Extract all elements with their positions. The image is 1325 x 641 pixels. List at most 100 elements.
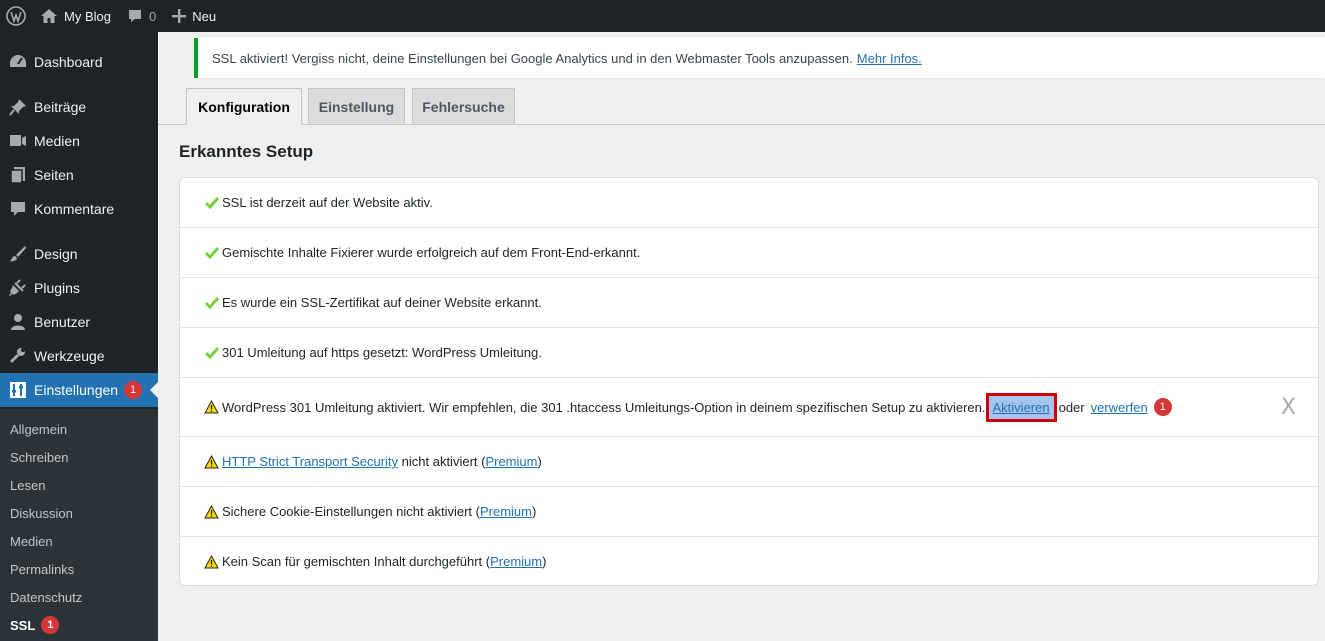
premium-link[interactable]: Premium <box>485 454 537 469</box>
submenu-item-discussion[interactable]: Diskussion <box>0 499 158 527</box>
settings-icon <box>8 380 28 400</box>
sidebar-item-media[interactable]: Medien <box>0 124 158 158</box>
status-text: Kein Scan für gemischten Inhalt durchgef… <box>222 554 491 569</box>
close-icon[interactable]: X <box>1281 395 1296 420</box>
sidebar-item-label: Benutzer <box>34 314 91 330</box>
dismiss-link[interactable]: verwerfen <box>1091 400 1148 415</box>
ssl-count-badge: 1 <box>41 616 60 634</box>
warning-icon <box>203 553 220 570</box>
sidebar-item-label: Beiträge <box>34 99 87 115</box>
sidebar-item-label: Seiten <box>34 167 74 183</box>
status-row: Es wurde ein SSL-Zertifikat auf deiner W… <box>180 278 1318 328</box>
status-row: WordPress 301 Umleitung aktiviert. Wir e… <box>180 378 1318 437</box>
sidebar-item-design[interactable]: Design <box>0 237 158 271</box>
admin-sidebar: Dashboard Beiträge Medien Seiten Komment… <box>0 32 158 641</box>
site-name-label: My Blog <box>64 8 111 24</box>
warning-icon <box>203 503 220 520</box>
home-icon <box>40 8 58 24</box>
sidebar-item-label: Medien <box>34 133 80 149</box>
new-content-link[interactable]: Neu <box>164 0 224 32</box>
sidebar-item-label: Kommentare <box>34 201 115 217</box>
premium-link[interactable]: Premium <box>480 504 532 519</box>
new-label: Neu <box>192 8 217 24</box>
warning-icon <box>203 399 220 416</box>
status-row: SSL ist derzeit auf der Website aktiv. <box>180 178 1318 228</box>
sidebar-item-comments[interactable]: Kommentare <box>0 192 158 226</box>
premium-link[interactable]: Premium <box>490 554 542 569</box>
detected-setup-panel: SSL ist derzeit auf der Website aktiv. G… <box>179 177 1319 586</box>
sidebar-item-label: Plugins <box>34 280 80 296</box>
submenu-item-privacy[interactable]: Datenschutz <box>0 583 158 611</box>
or-text: oder <box>1058 399 1085 415</box>
submenu-item-reading[interactable]: Lesen <box>0 471 158 499</box>
status-text: 301 Umleitung auf https gesetzt: WordPre… <box>222 345 542 360</box>
sidebar-item-users[interactable]: Benutzer <box>0 305 158 339</box>
status-text: Es wurde ein SSL-Zertifikat auf deiner W… <box>222 295 542 310</box>
submenu-item-permalinks[interactable]: Permalinks <box>0 555 158 583</box>
status-text: Sichere Cookie-Einstellungen nicht aktiv… <box>222 504 480 519</box>
sidebar-item-tools[interactable]: Werkzeuge <box>0 339 158 373</box>
sidebar-item-plugins[interactable]: Plugins <box>0 271 158 305</box>
tab-configuration[interactable]: Konfiguration <box>186 88 302 125</box>
notice-text: SSL aktiviert! Vergiss nicht, deine Eins… <box>212 50 853 66</box>
sidebar-item-settings[interactable]: Einstellungen 1 <box>0 373 158 407</box>
sidebar-item-label: Werkzeuge <box>34 348 105 364</box>
plugin-icon <box>8 278 28 298</box>
wordpress-logo-icon[interactable] <box>0 0 32 32</box>
comment-icon <box>127 8 143 24</box>
status-text: nicht aktiviert ( <box>398 454 486 469</box>
status-row: Gemischte Inhalte Fixierer wurde erfolgr… <box>180 228 1318 278</box>
comment-icon <box>8 199 28 219</box>
plus-icon <box>172 9 187 23</box>
submenu-item-ssl[interactable]: SSL 1 <box>0 611 158 639</box>
sidebar-item-label: Dashboard <box>34 54 103 70</box>
paren-text: ) <box>531 504 537 519</box>
checkmark-icon <box>203 294 220 311</box>
warning-icon <box>203 453 220 470</box>
update-count-badge: 1 <box>124 381 143 399</box>
tab-troubleshooting[interactable]: Fehlersuche <box>412 88 515 125</box>
paren-text: ) <box>542 554 547 569</box>
ssl-activated-notice: SSL aktiviert! Vergiss nicht, deine Eins… <box>194 38 1325 78</box>
submenu-item-label: SSL <box>10 617 36 633</box>
comments-link[interactable]: 0 <box>119 0 164 32</box>
settings-submenu: Allgemein Schreiben Lesen Diskussion Med… <box>0 409 158 641</box>
section-title: Erkanntes Setup <box>179 142 314 161</box>
pin-icon <box>8 97 28 117</box>
admin-bar: My Blog 0 Neu <box>0 0 1325 32</box>
status-text: SSL ist derzeit auf der Website aktiv. <box>222 195 433 210</box>
checkmark-icon <box>203 244 220 261</box>
brush-icon <box>8 244 28 264</box>
dashboard-icon <box>8 52 28 72</box>
comment-count: 0 <box>148 8 157 24</box>
checkmark-icon <box>203 194 220 211</box>
status-row: Sichere Cookie-Einstellungen nicht aktiv… <box>180 487 1318 537</box>
checkmark-icon <box>203 344 220 361</box>
pages-icon <box>8 165 28 185</box>
status-text: Gemischte Inhalte Fixierer wurde erfolgr… <box>222 245 641 260</box>
activate-htaccess-redirect-link[interactable]: Aktivieren <box>985 392 1057 422</box>
sidebar-item-pages[interactable]: Seiten <box>0 158 158 192</box>
status-row: Kein Scan für gemischten Inhalt durchgef… <box>180 537 1318 586</box>
tab-bar: Konfiguration Einstellung Fehlersuche <box>158 88 1325 125</box>
submenu-item-writing[interactable]: Schreiben <box>0 443 158 471</box>
status-row: HTTP Strict Transport Security nicht akt… <box>180 437 1318 487</box>
status-row: 301 Umleitung auf https gesetzt: WordPre… <box>180 328 1318 378</box>
site-name-link[interactable]: My Blog <box>32 0 119 32</box>
notice-count-badge: 1 <box>1153 398 1172 416</box>
status-text: WordPress 301 Umleitung aktiviert. Wir e… <box>222 399 986 415</box>
tab-settings[interactable]: Einstellung <box>308 88 405 125</box>
submenu-item-general[interactable]: Allgemein <box>0 415 158 443</box>
main-content: SSL aktiviert! Vergiss nicht, deine Eins… <box>158 32 1325 641</box>
sidebar-item-posts[interactable]: Beiträge <box>0 90 158 124</box>
sidebar-item-label: Einstellungen <box>34 382 119 398</box>
hsts-link[interactable]: HTTP Strict Transport Security <box>222 454 398 469</box>
more-info-link[interactable]: Mehr Infos. <box>857 51 922 66</box>
sidebar-item-dashboard[interactable]: Dashboard <box>0 45 158 79</box>
media-icon <box>8 131 28 151</box>
sidebar-item-label: Design <box>34 246 78 262</box>
paren-text: ) <box>537 454 542 469</box>
user-icon <box>8 312 28 332</box>
submenu-item-media[interactable]: Medien <box>0 527 158 555</box>
wrench-icon <box>8 346 28 366</box>
